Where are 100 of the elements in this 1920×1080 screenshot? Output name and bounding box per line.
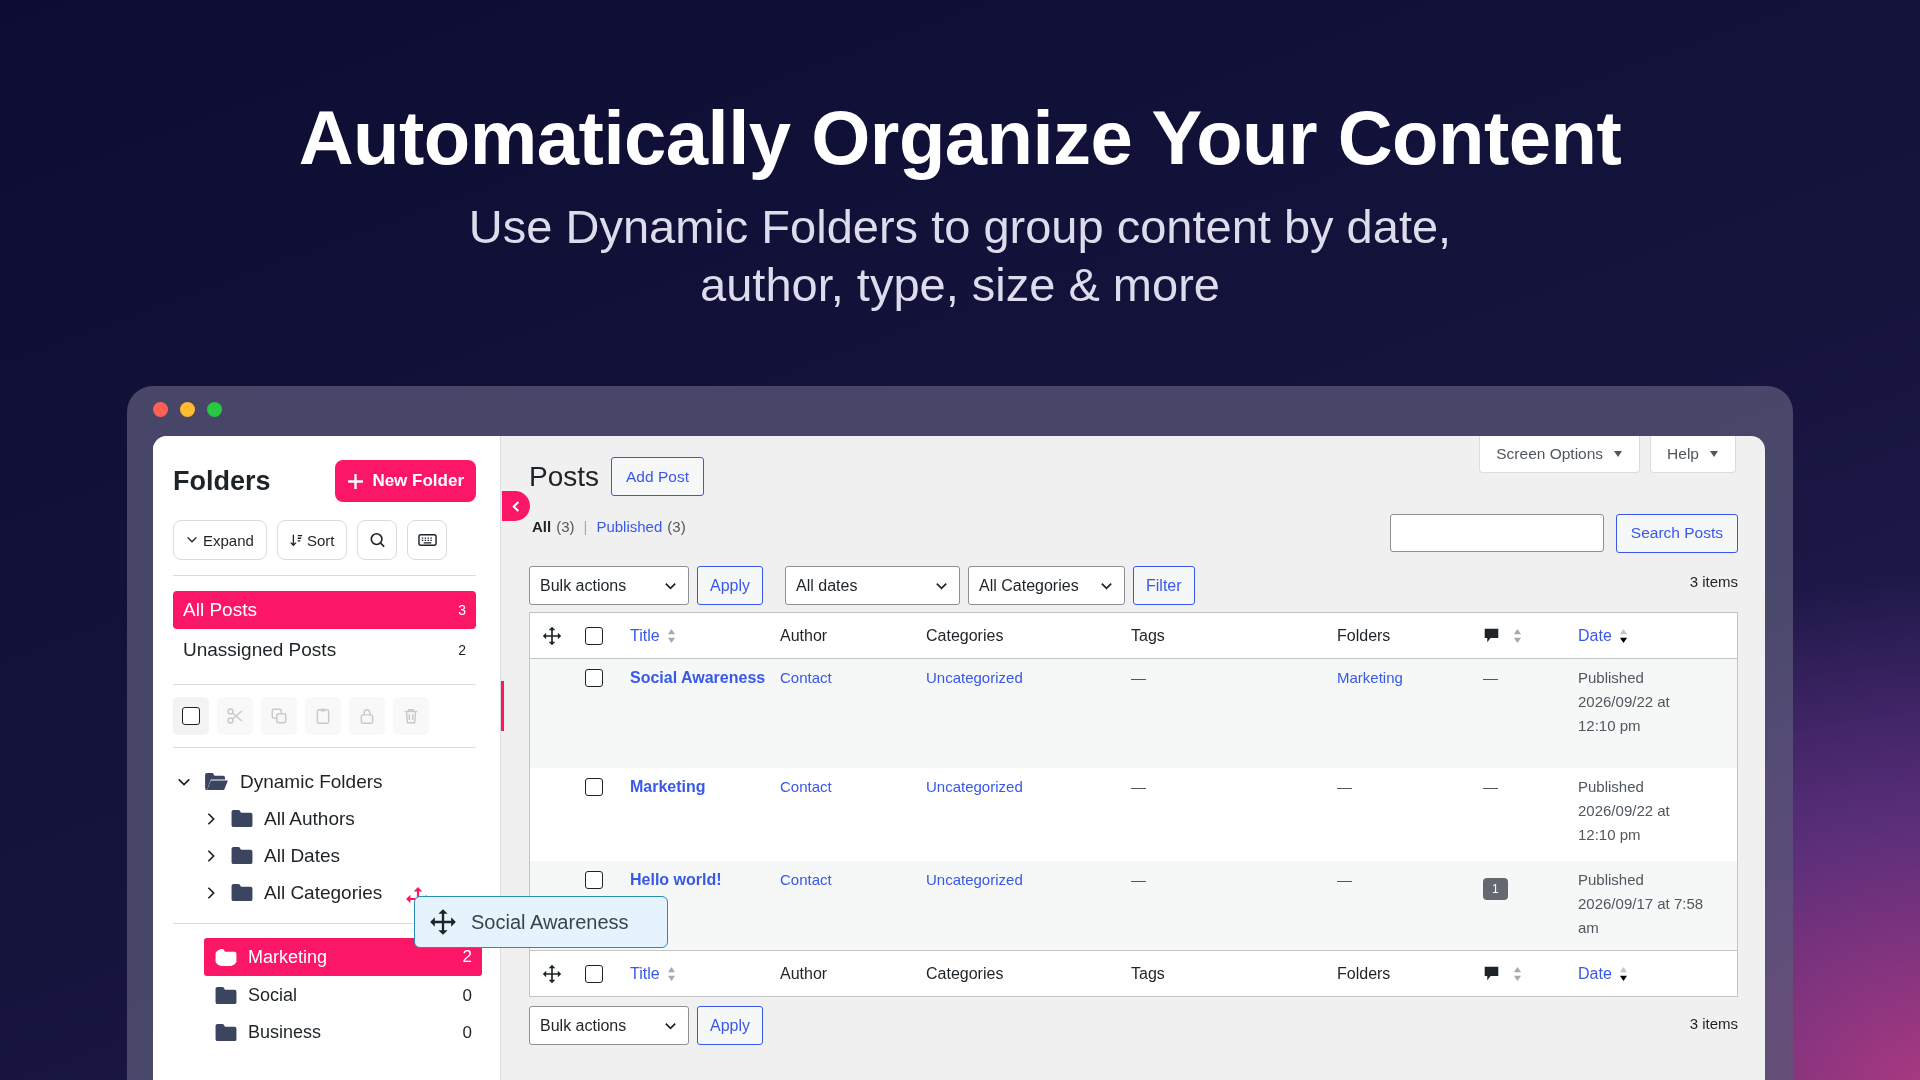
page-title: Posts — [529, 460, 600, 493]
minimize-button[interactable] — [180, 402, 195, 417]
filter-button[interactable]: Filter — [1133, 566, 1195, 605]
table-cell: — — [1131, 669, 1146, 686]
open-folder-icon — [203, 772, 230, 791]
column-sort-link[interactable]: Title — [630, 964, 660, 983]
select-all-checkbox[interactable] — [585, 964, 603, 983]
table-cell: — — [1131, 871, 1146, 888]
column-header: Author — [780, 964, 828, 983]
status-filter-link[interactable]: All — [532, 517, 552, 535]
resize-handle[interactable] — [501, 681, 504, 731]
post-title-link[interactable]: Marketing — [630, 778, 706, 796]
drag-preview-label: Social Awareness — [471, 910, 629, 934]
chevron-left-icon — [510, 498, 522, 514]
status-count: (3) — [667, 517, 686, 535]
category-link[interactable]: Uncategorized — [926, 871, 1023, 888]
folder-icon — [214, 947, 238, 967]
post-date: Published 2026/09/22 at 12:10 pm — [1578, 668, 1671, 736]
headline: Automatically Organize Your Content — [297, 96, 1623, 180]
author-link[interactable]: Contact — [780, 669, 832, 686]
sort-button[interactable]: Sort — [276, 520, 348, 560]
row-checkbox[interactable] — [585, 669, 603, 687]
status-filter-link[interactable]: Published — [596, 517, 663, 535]
dropdown-triangle-icon — [1709, 450, 1719, 458]
separator: | — [583, 517, 588, 535]
select-all-checkbox[interactable] — [585, 626, 603, 645]
trash-icon — [402, 707, 420, 725]
column-header: Tags — [1131, 964, 1165, 983]
author-link[interactable]: Contact — [780, 871, 832, 888]
keyboard-button[interactable] — [407, 520, 448, 560]
keyboard-icon — [417, 532, 437, 548]
folder-view-item[interactable]: All Posts 3 — [173, 591, 476, 629]
table-cell: — — [1337, 778, 1352, 795]
clipboard-icon — [314, 707, 332, 725]
table-cell: — — [1483, 778, 1498, 795]
folder-item[interactable]: Marketing 2 — [204, 938, 482, 976]
author-link[interactable]: Contact — [780, 778, 832, 795]
lock-icon — [358, 707, 376, 725]
folder-tree-item[interactable]: Dynamic Folders — [240, 770, 383, 793]
row-checkbox[interactable] — [585, 778, 603, 796]
add-post-button[interactable]: Add Post — [611, 457, 704, 496]
search-field[interactable] — [1389, 513, 1604, 552]
apply-button[interactable]: Apply — [697, 1006, 764, 1045]
sidebar-title: Folders — [173, 465, 271, 497]
scissors-icon — [226, 707, 244, 725]
comment-count-badge[interactable]: 1 — [1483, 878, 1508, 900]
column-header: Categories — [926, 626, 1004, 645]
post-title-link[interactable]: Hello world! — [630, 871, 722, 889]
folder-icon — [230, 883, 254, 902]
search-button[interactable] — [357, 520, 398, 560]
table-cell: — — [1483, 669, 1498, 686]
folder-icon — [230, 846, 254, 865]
folder-tree-item[interactable]: All Categories — [264, 881, 383, 904]
folder-view-item[interactable]: Unassigned Posts 2 — [173, 631, 476, 669]
move-icon — [542, 963, 562, 984]
categories-dropdown[interactable]: All Categories — [968, 566, 1126, 605]
column-sort-link[interactable]: Date — [1578, 626, 1612, 645]
folder-tree-item[interactable]: All Dates — [264, 844, 341, 867]
move-icon — [542, 625, 562, 646]
post-date: Published 2026/09/17 at 7:58 am — [1578, 870, 1705, 938]
select-checkbox[interactable] — [173, 697, 209, 735]
copy-icon — [270, 707, 288, 725]
column-sort-link[interactable]: Date — [1578, 964, 1612, 983]
help-tab[interactable]: Help — [1650, 436, 1736, 473]
dates-dropdown[interactable]: All dates — [785, 566, 961, 605]
expand-button[interactable]: Expand — [173, 520, 267, 560]
items-count: 3 items — [1689, 573, 1738, 590]
sort-icon — [288, 533, 303, 547]
zoom-button[interactable] — [207, 402, 222, 417]
collapse-sidebar-button[interactable] — [502, 491, 530, 521]
table-cell: — — [1131, 778, 1146, 795]
comment-icon — [1483, 965, 1500, 982]
comment-icon — [1483, 627, 1500, 644]
bulk-actions-dropdown[interactable]: Bulk actions — [529, 1006, 689, 1045]
folder-tree-item[interactable]: All Authors — [264, 807, 355, 830]
row-checkbox[interactable] — [585, 871, 603, 889]
bulk-actions-dropdown[interactable]: Bulk actions — [529, 566, 689, 605]
status-count: (3) — [556, 517, 575, 535]
dropdown-triangle-icon — [1613, 450, 1624, 458]
column-header: Categories — [926, 964, 1004, 983]
close-button[interactable] — [153, 402, 168, 417]
folder-item[interactable]: Social 0 — [204, 977, 482, 1014]
subheadline: Use Dynamic Folders to group content by date, author, type, size & more — [467, 199, 1453, 313]
screen-options-tab[interactable]: Screen Options — [1479, 436, 1641, 473]
folder-item[interactable]: Business 0 — [204, 1014, 482, 1051]
folder-link[interactable]: Marketing — [1337, 669, 1403, 686]
column-sort-link[interactable]: Title — [630, 626, 660, 645]
search-posts-button[interactable]: Search Posts — [1615, 513, 1738, 553]
items-count: 3 items — [1689, 1015, 1738, 1032]
post-date: Published 2026/09/22 at 12:10 pm — [1578, 777, 1671, 845]
new-folder-button[interactable]: New Folder — [335, 460, 476, 502]
column-header: Folders — [1337, 964, 1391, 983]
category-link[interactable]: Uncategorized — [926, 778, 1023, 795]
apply-button[interactable]: Apply — [697, 566, 764, 605]
table-cell: — — [1337, 871, 1352, 888]
column-header: Author — [780, 626, 828, 645]
post-title-link[interactable]: Social Awareness — [630, 669, 766, 687]
folder-icon — [214, 986, 238, 1005]
folder-icon — [230, 809, 254, 828]
category-link[interactable]: Uncategorized — [926, 669, 1023, 686]
